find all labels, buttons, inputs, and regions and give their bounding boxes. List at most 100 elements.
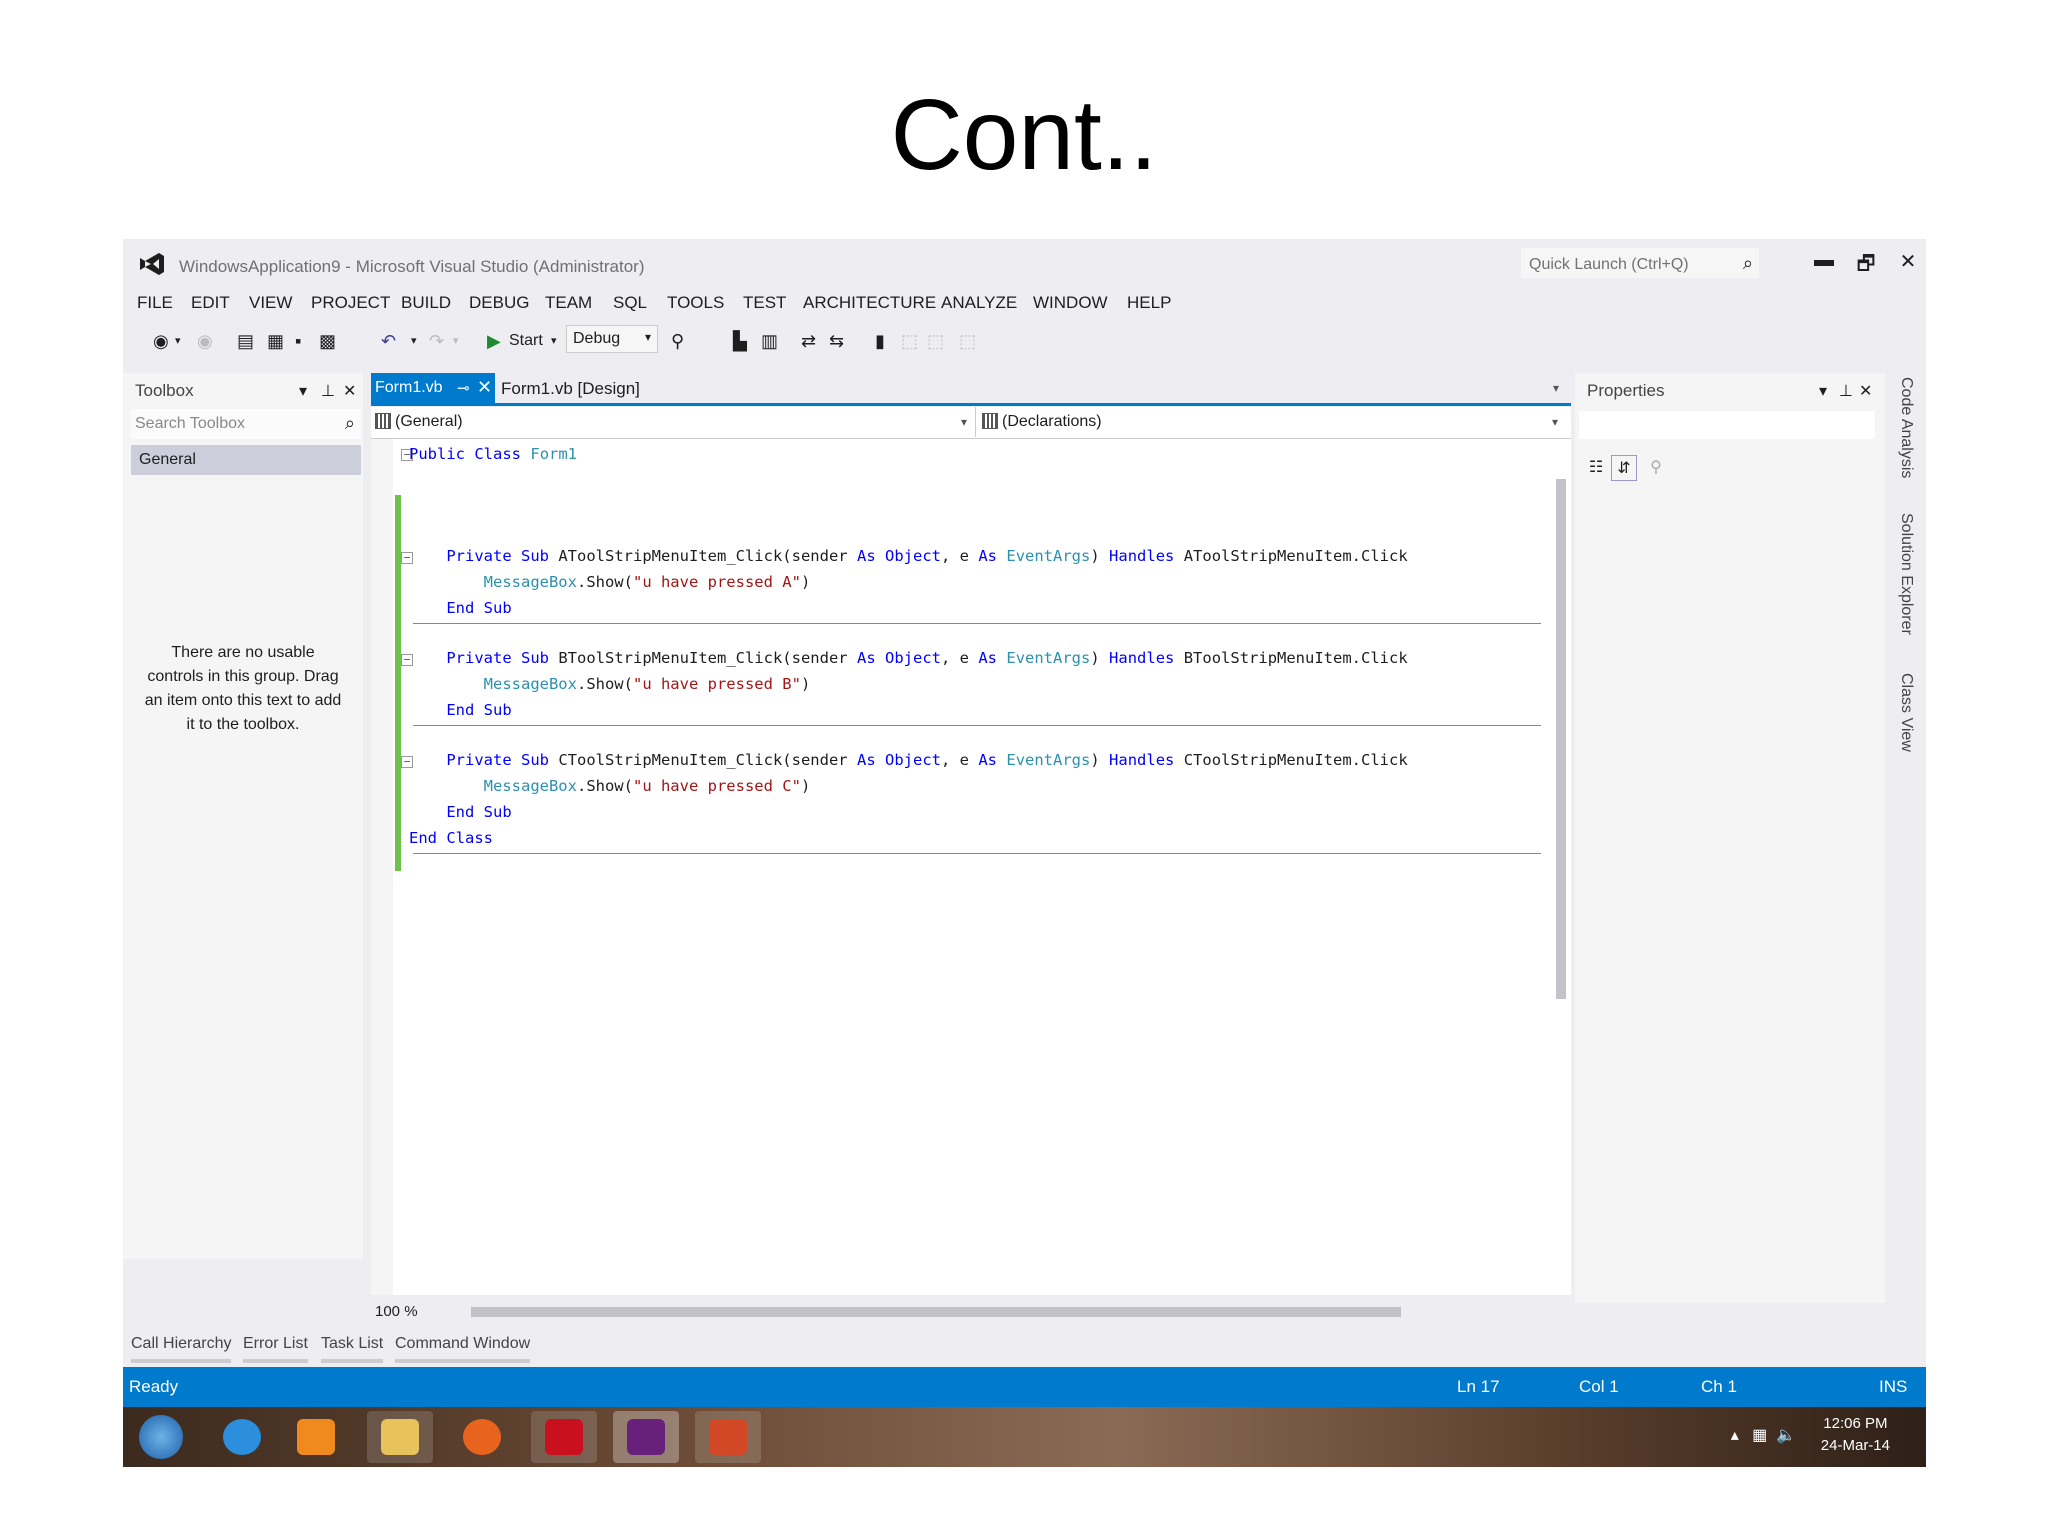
restore-button[interactable]: 🗗 xyxy=(1851,249,1881,275)
network-icon[interactable]: ▦ xyxy=(1752,1427,1767,1444)
chevron-down-icon[interactable]: ▾ xyxy=(453,329,459,353)
taskbar-internet-explorer[interactable] xyxy=(209,1411,275,1463)
chevron-down-icon[interactable]: ▾ xyxy=(1553,381,1559,395)
menu-architecture[interactable]: ARCHITECTURE xyxy=(803,293,936,313)
taskbar-file-explorer[interactable] xyxy=(367,1411,433,1463)
configuration-select[interactable]: Debug ▾ xyxy=(566,325,658,353)
tab-class-view[interactable]: Class View xyxy=(1897,673,1915,752)
next-bookmark-icon[interactable]: ⬚ xyxy=(927,329,944,353)
taskbar-media-player[interactable] xyxy=(283,1411,349,1463)
tab-call-hierarchy[interactable]: Call Hierarchy xyxy=(131,1335,232,1363)
close-icon[interactable]: ✕ xyxy=(1859,381,1872,401)
clear-bookmarks-icon[interactable]: ⬚ xyxy=(959,329,976,353)
pin-icon[interactable]: ⊥ xyxy=(321,381,335,401)
code-token: , e xyxy=(941,649,969,667)
close-icon[interactable]: ✕ xyxy=(477,377,492,398)
step-into-icon[interactable]: ⇆ xyxy=(829,329,844,353)
code-line: End Class xyxy=(409,829,493,847)
tab-task-list[interactable]: Task List xyxy=(321,1335,384,1363)
menu-sql[interactable]: SQL xyxy=(613,293,647,313)
member-dropdown[interactable]: (Declarations) ▾ xyxy=(978,407,1568,437)
tab-solution-explorer[interactable]: Solution Explorer xyxy=(1897,513,1915,635)
chevron-down-icon[interactable]: ▾ xyxy=(1819,381,1827,401)
tab-form1-design[interactable]: Form1.vb [Design] xyxy=(501,379,640,399)
menu-build[interactable]: BUILD xyxy=(401,293,451,313)
code-token: BToolStripMenuItem_Click(sender xyxy=(558,649,848,667)
menu-tools[interactable]: TOOLS xyxy=(667,293,724,313)
menu-window[interactable]: WINDOW xyxy=(1033,293,1108,313)
toolbox-search-input[interactable]: Search Toolbox ⌕ xyxy=(131,409,361,439)
search-icon[interactable]: ⌕ xyxy=(1743,253,1753,274)
search-icon[interactable]: ⌕ xyxy=(345,413,355,434)
windows-taskbar: ▴ ▦ 🔈 12:06 PM 24-Mar-14 xyxy=(123,1407,1926,1467)
menu-help[interactable]: HELP xyxy=(1127,293,1171,313)
pin-icon[interactable]: ⊸ xyxy=(457,379,470,397)
menu-file[interactable]: FILE xyxy=(137,293,173,313)
windows-logo-icon xyxy=(139,1415,183,1459)
quick-launch-input[interactable]: Quick Launch (Ctrl+Q) ⌕ xyxy=(1520,247,1760,279)
redo-icon[interactable]: ↷ xyxy=(429,329,444,353)
menu-analyze[interactable]: ANALYZE xyxy=(941,293,1017,313)
code-line: End Sub xyxy=(409,701,511,719)
taskbar-visual-studio[interactable] xyxy=(613,1411,679,1463)
chevron-down-icon[interactable]: ▾ xyxy=(411,329,417,353)
class-dropdown[interactable]: (General) ▾ xyxy=(371,407,976,437)
step-icon[interactable]: ⇄ xyxy=(801,329,816,353)
new-project-icon[interactable]: ▤ xyxy=(237,329,254,353)
minimize-button[interactable]: ▬ xyxy=(1809,249,1839,275)
taskbar-acrobat[interactable] xyxy=(531,1411,597,1463)
pin-icon[interactable]: ⊥ xyxy=(1839,381,1853,401)
prev-bookmark-icon[interactable]: ⬚ xyxy=(901,329,918,353)
close-button[interactable]: ✕ xyxy=(1893,249,1923,275)
categorized-icon[interactable]: ☷ xyxy=(1583,455,1609,481)
chevron-down-icon[interactable]: ▾ xyxy=(551,329,557,353)
menu-debug[interactable]: DEBUG xyxy=(469,293,529,313)
undo-icon[interactable]: ↶ xyxy=(381,329,396,353)
tab-code-analysis[interactable]: Code Analysis xyxy=(1897,377,1915,478)
taskbar-powerpoint[interactable] xyxy=(695,1411,761,1463)
zoom-level[interactable]: 100 % xyxy=(375,1303,418,1320)
volume-icon[interactable]: 🔈 xyxy=(1776,1427,1796,1444)
menu-edit[interactable]: EDIT xyxy=(191,293,230,313)
code-token: End xyxy=(446,701,475,719)
start-menu-button[interactable] xyxy=(129,1411,195,1463)
code-token: Handles xyxy=(1109,751,1175,769)
tab-label: Form1.vb xyxy=(375,379,443,396)
class-icon xyxy=(375,413,391,429)
chevron-down-icon[interactable]: ▾ xyxy=(299,381,307,401)
menu-test[interactable]: TEST xyxy=(743,293,786,313)
navigate-forward-icon[interactable]: ◉ xyxy=(197,329,213,353)
alphabetical-icon[interactable]: ⇵ xyxy=(1611,455,1637,481)
code-editor[interactable]: − Public Class Form1 − Private Sub ATool… xyxy=(371,439,1551,1295)
solution-explorer-icon[interactable]: ▙ xyxy=(733,329,747,353)
properties-icon[interactable]: ▥ xyxy=(761,329,778,353)
navigate-back-icon[interactable]: ◉ xyxy=(153,329,169,353)
save-all-icon[interactable]: ▩ xyxy=(319,329,336,353)
menu-team[interactable]: TEAM xyxy=(545,293,592,313)
start-icon[interactable]: ▶ xyxy=(487,329,501,353)
start-button[interactable]: Start xyxy=(509,329,543,353)
wrench-icon[interactable]: ⚲ xyxy=(1643,455,1669,481)
system-clock[interactable]: 12:06 PM 24-Mar-14 xyxy=(1821,1413,1890,1457)
tab-form1-vb[interactable]: Form1.vb ⊸ ✕ xyxy=(371,373,495,403)
method-separator xyxy=(413,725,1541,726)
find-icon[interactable]: ⚲ xyxy=(671,329,684,353)
tab-command-window[interactable]: Command Window xyxy=(395,1335,531,1363)
code-line: Private Sub BToolStripMenuItem_Click(sen… xyxy=(446,649,1408,667)
menu-project[interactable]: PROJECT xyxy=(311,293,390,313)
menu-view[interactable]: VIEW xyxy=(249,293,292,313)
horizontal-scrollbar[interactable] xyxy=(471,1307,1401,1317)
tray-expand-icon[interactable]: ▴ xyxy=(1731,1427,1739,1444)
chevron-down-icon[interactable]: ▾ xyxy=(175,329,181,353)
toolbox-group-general[interactable]: General xyxy=(131,445,361,475)
properties-object-select[interactable] xyxy=(1579,411,1875,439)
taskbar-firefox[interactable] xyxy=(449,1411,515,1463)
scroll-thumb[interactable] xyxy=(1556,479,1566,999)
bookmark-icon[interactable]: ▮ xyxy=(875,329,885,353)
open-file-icon[interactable]: ▦ xyxy=(267,329,284,353)
system-tray[interactable]: ▴ ▦ 🔈 xyxy=(1731,1425,1796,1445)
close-icon[interactable]: ✕ xyxy=(343,381,356,401)
vertical-scrollbar[interactable] xyxy=(1551,439,1571,1295)
tab-error-list[interactable]: Error List xyxy=(243,1335,308,1363)
save-icon[interactable]: ▪ xyxy=(295,329,301,353)
